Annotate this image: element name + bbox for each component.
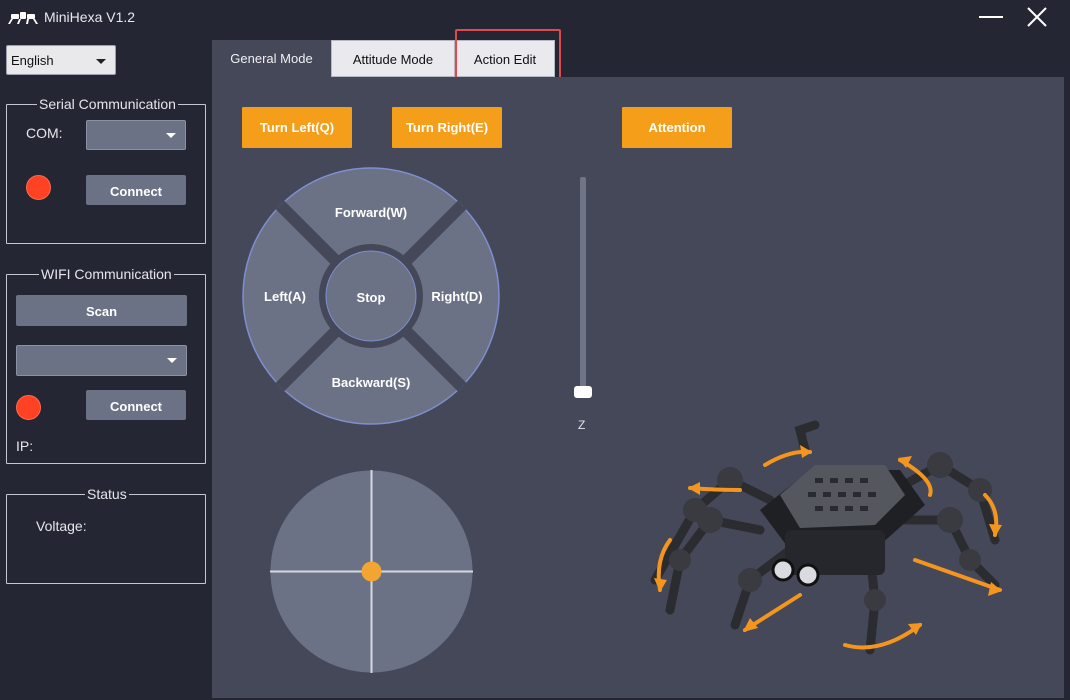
status-group: Status — [6, 486, 206, 584]
backward-button[interactable]: Backward(S) — [321, 375, 421, 390]
hexapod-robot-image — [650, 420, 1002, 655]
com-label: COM: — [26, 125, 63, 141]
chevron-down-icon — [167, 358, 177, 363]
tab-action-edit[interactable]: Action Edit — [455, 40, 555, 77]
wifi-group-title: WIFI Communication — [39, 266, 174, 282]
close-icon[interactable] — [1022, 4, 1052, 32]
attention-button[interactable]: Attention — [622, 107, 732, 148]
wifi-status-indicator — [16, 395, 41, 420]
tab-attitude-mode[interactable]: Attitude Mode — [331, 40, 455, 77]
serial-status-indicator — [26, 175, 51, 200]
joystick-knob[interactable] — [361, 561, 382, 582]
z-slider-label: Z — [578, 418, 586, 432]
z-slider-track[interactable] — [580, 177, 586, 393]
mode-tab-bar: General Mode Attitude Mode Action Edit — [212, 40, 1064, 77]
turn-right-button[interactable]: Turn Right(E) — [392, 107, 502, 148]
ip-label: IP: — [16, 438, 34, 454]
wifi-network-select[interactable] — [16, 345, 187, 376]
serial-group-title: Serial Communication — [37, 96, 178, 112]
z-slider-handle[interactable] — [574, 386, 592, 398]
wifi-scan-button[interactable]: Scan — [16, 295, 187, 326]
joystick-graphic — [270, 470, 473, 673]
app-title: MiniHexa V1.2 — [44, 9, 136, 25]
status-group-title: Status — [85, 486, 129, 502]
chevron-down-icon — [166, 133, 176, 138]
stop-button[interactable]: Stop — [341, 290, 401, 305]
voltage-label: Voltage: — [36, 518, 87, 534]
hexapod-logo-icon — [8, 12, 38, 24]
left-button[interactable]: Left(A) — [250, 289, 320, 304]
language-select[interactable]: English — [6, 45, 116, 75]
minimize-icon[interactable] — [976, 4, 1006, 32]
title-bar: MiniHexa V1.2 — [0, 0, 1070, 36]
turn-left-button[interactable]: Turn Left(Q) — [242, 107, 352, 148]
language-select-value: English — [11, 53, 54, 68]
wifi-connect-button[interactable]: Connect — [86, 390, 186, 420]
direction-pad: Forward(W) Left(A) Stop Right(D) Backwar… — [242, 167, 500, 425]
right-button[interactable]: Right(D) — [422, 289, 492, 304]
chevron-down-icon — [96, 59, 106, 64]
joystick-pad[interactable] — [270, 470, 473, 673]
tab-general-mode[interactable]: General Mode — [212, 40, 331, 77]
serial-connect-button[interactable]: Connect — [86, 175, 186, 205]
com-port-select[interactable] — [86, 120, 186, 150]
forward-button[interactable]: Forward(W) — [326, 205, 416, 220]
